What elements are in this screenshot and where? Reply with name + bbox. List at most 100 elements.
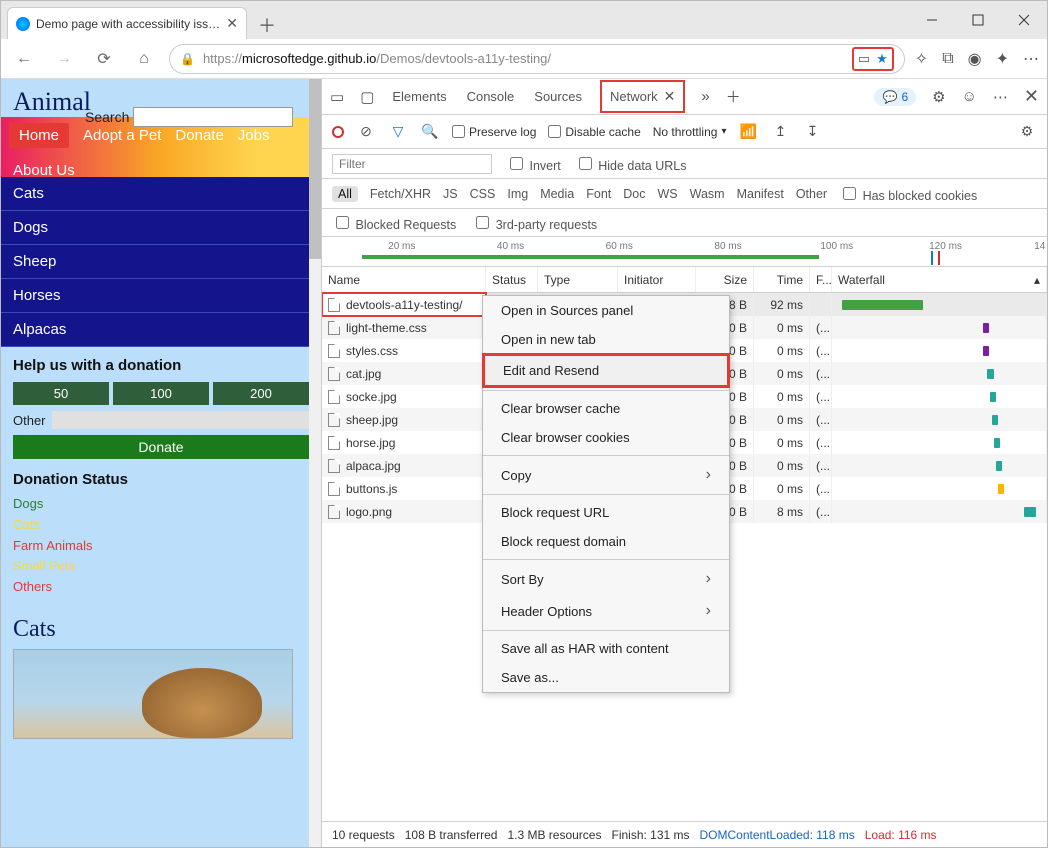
download-icon[interactable]: ↧ bbox=[802, 123, 822, 140]
close-window-button[interactable] bbox=[1001, 1, 1047, 39]
issues-badge[interactable]: 💬 6 bbox=[874, 88, 916, 106]
cm-sort-by[interactable]: Sort By bbox=[483, 563, 729, 595]
forward-button[interactable]: → bbox=[49, 44, 79, 74]
tab-network[interactable]: Network✕ bbox=[600, 80, 685, 113]
cm-block-url[interactable]: Block request URL bbox=[483, 498, 729, 527]
cm-save-har[interactable]: Save all as HAR with content bbox=[483, 634, 729, 663]
upload-icon[interactable]: ↥ bbox=[770, 123, 790, 140]
type-ws[interactable]: WS bbox=[657, 187, 677, 201]
type-doc[interactable]: Doc bbox=[623, 187, 645, 201]
nav-adopt[interactable]: Adopt a Pet bbox=[83, 127, 161, 144]
invert-checkbox[interactable]: Invert bbox=[506, 154, 561, 173]
side-nav-cats[interactable]: Cats bbox=[1, 177, 321, 211]
side-nav-horses[interactable]: Horses bbox=[1, 279, 321, 313]
col-status[interactable]: Status bbox=[486, 267, 538, 292]
inspect-icon[interactable]: ▭ bbox=[330, 88, 344, 106]
close-panel-icon[interactable]: ✕ bbox=[664, 88, 676, 105]
sync-icon[interactable]: ◉ bbox=[968, 49, 982, 69]
cm-edit-resend[interactable]: Edit and Resend bbox=[482, 353, 730, 388]
type-wasm[interactable]: Wasm bbox=[690, 187, 725, 201]
feedback-icon[interactable]: ☺ bbox=[962, 88, 977, 105]
type-all[interactable]: All bbox=[332, 186, 358, 202]
sparkle-icon[interactable]: ✦ bbox=[996, 49, 1009, 69]
settings-icon[interactable]: ⚙ bbox=[932, 88, 945, 106]
type-font[interactable]: Font bbox=[586, 187, 611, 201]
side-nav-dogs[interactable]: Dogs bbox=[1, 211, 321, 245]
type-other[interactable]: Other bbox=[796, 187, 827, 201]
cm-copy[interactable]: Copy bbox=[483, 459, 729, 491]
side-nav-alpacas[interactable]: Alpacas bbox=[1, 313, 321, 347]
search-icon[interactable]: 🔍 bbox=[420, 123, 440, 140]
disable-cache-checkbox[interactable]: Disable cache bbox=[548, 125, 640, 139]
col-time[interactable]: Time bbox=[754, 267, 810, 292]
devtools-close-button[interactable]: ✕ bbox=[1024, 86, 1039, 107]
minimize-button[interactable] bbox=[909, 1, 955, 39]
nav-donate[interactable]: Donate bbox=[175, 127, 223, 144]
col-type[interactable]: Type bbox=[538, 267, 618, 292]
extensions-icon[interactable]: ✧ bbox=[915, 49, 928, 69]
maximize-button[interactable] bbox=[955, 1, 1001, 39]
nav-jobs[interactable]: Jobs bbox=[238, 127, 270, 144]
cm-clear-cache[interactable]: Clear browser cache bbox=[483, 394, 729, 423]
nav-home[interactable]: Home bbox=[9, 123, 69, 148]
donate-100[interactable]: 100 bbox=[113, 382, 209, 405]
reader-and-favorite[interactable]: ▭ ★ bbox=[852, 47, 894, 71]
table-header[interactable]: Name Status Type Initiator Size Time F..… bbox=[322, 267, 1047, 293]
collections-icon[interactable]: ⧉ bbox=[942, 50, 953, 68]
cm-save-as[interactable]: Save as... bbox=[483, 663, 729, 692]
col-initiator[interactable]: Initiator bbox=[618, 267, 696, 292]
third-party-checkbox[interactable]: 3rd-party requests bbox=[472, 213, 597, 232]
tab-elements[interactable]: Elements bbox=[390, 81, 448, 112]
close-tab-button[interactable]: ✕ bbox=[226, 15, 238, 32]
clear-icon[interactable]: ⊘ bbox=[356, 123, 376, 140]
wifi-icon[interactable]: 📶 bbox=[738, 123, 758, 140]
throttling-select[interactable]: No throttling ▾ bbox=[653, 125, 727, 139]
cm-header-opts[interactable]: Header Options bbox=[483, 595, 729, 627]
add-tab-icon[interactable]: ＋ bbox=[726, 86, 741, 107]
cm-open-sources[interactable]: Open in Sources panel bbox=[483, 296, 729, 325]
blocked-requests-checkbox[interactable]: Blocked Requests bbox=[332, 213, 456, 232]
page-scrollbar[interactable] bbox=[309, 79, 321, 847]
type-css[interactable]: CSS bbox=[470, 187, 496, 201]
reader-mode-icon[interactable]: ▭ bbox=[858, 51, 870, 67]
donate-200[interactable]: 200 bbox=[213, 382, 309, 405]
kebab-icon[interactable]: ⋯ bbox=[993, 88, 1008, 106]
device-toggle-icon[interactable]: ▢ bbox=[360, 88, 374, 106]
col-waterfall[interactable]: Waterfall▴ bbox=[832, 267, 1047, 292]
filter-input[interactable] bbox=[332, 154, 492, 174]
tab-console[interactable]: Console bbox=[465, 81, 517, 112]
network-settings-icon[interactable]: ⚙ bbox=[1017, 123, 1037, 140]
address-bar[interactable]: 🔒 https://microsoftedge.github.io/Demos/… bbox=[169, 44, 905, 74]
timeline-overview[interactable]: 20 ms 40 ms 60 ms 80 ms 100 ms 120 ms 14 bbox=[322, 237, 1047, 267]
favorite-star-icon[interactable]: ★ bbox=[876, 51, 888, 67]
side-nav-sheep[interactable]: Sheep bbox=[1, 245, 321, 279]
col-name[interactable]: Name bbox=[322, 267, 486, 292]
donate-submit[interactable]: Donate bbox=[13, 435, 309, 459]
type-fetch[interactable]: Fetch/XHR bbox=[370, 187, 431, 201]
type-manifest[interactable]: Manifest bbox=[737, 187, 784, 201]
more-tabs-icon[interactable]: » bbox=[701, 88, 709, 105]
browser-tab[interactable]: Demo page with accessibility issues ✕ bbox=[7, 7, 247, 39]
type-img[interactable]: Img bbox=[507, 187, 528, 201]
menu-button[interactable]: ⋯ bbox=[1023, 49, 1039, 69]
type-js[interactable]: JS bbox=[443, 187, 458, 201]
col-f[interactable]: F... bbox=[810, 267, 832, 292]
new-tab-button[interactable]: ＋ bbox=[253, 11, 281, 39]
search-input[interactable] bbox=[133, 107, 293, 127]
record-button[interactable] bbox=[332, 126, 344, 138]
donate-other-input[interactable] bbox=[52, 411, 309, 429]
donate-50[interactable]: 50 bbox=[13, 382, 109, 405]
refresh-button[interactable]: ⟳ bbox=[89, 44, 119, 74]
preserve-log-checkbox[interactable]: Preserve log bbox=[452, 125, 536, 139]
cm-block-domain[interactable]: Block request domain bbox=[483, 527, 729, 556]
type-media[interactable]: Media bbox=[540, 187, 574, 201]
cm-clear-cookies[interactable]: Clear browser cookies bbox=[483, 423, 729, 452]
hide-data-urls-checkbox[interactable]: Hide data URLs bbox=[575, 154, 687, 173]
home-button[interactable]: ⌂ bbox=[129, 44, 159, 74]
col-size[interactable]: Size bbox=[696, 267, 754, 292]
back-button[interactable]: ← bbox=[9, 44, 39, 74]
tab-sources[interactable]: Sources bbox=[532, 81, 584, 112]
cm-open-tab[interactable]: Open in new tab bbox=[483, 325, 729, 354]
blocked-cookies-checkbox[interactable]: Has blocked cookies bbox=[839, 184, 977, 203]
filter-toggle-icon[interactable]: ▽ bbox=[388, 123, 408, 140]
